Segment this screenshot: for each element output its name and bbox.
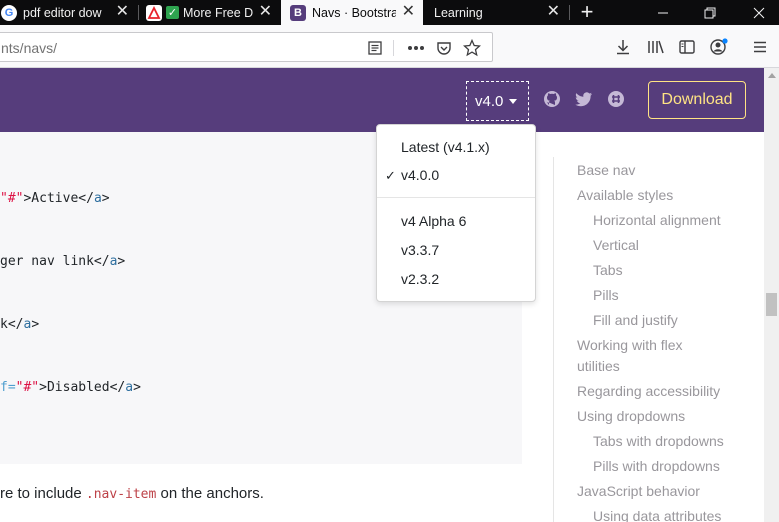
minimize-icon[interactable] xyxy=(643,0,683,25)
code-attr: f= xyxy=(0,380,16,395)
code-text: > xyxy=(101,191,110,206)
doc-paragraph: re to include .nav-item on the anchors. xyxy=(0,485,264,502)
toc-link[interactable]: Tabs xyxy=(593,262,623,278)
toc-link[interactable]: JavaScript behavior xyxy=(577,483,700,499)
browser-tab-strip: G pdf editor dow ✕ ✓ More Free D ✕ B Nav… xyxy=(0,0,779,25)
toc-link[interactable]: Pills xyxy=(593,287,619,303)
toc-link[interactable]: Available styles xyxy=(577,187,673,203)
toc-link[interactable]: Horizontal alignment xyxy=(593,212,721,228)
code-text: > xyxy=(133,380,141,395)
library-icon[interactable] xyxy=(646,37,666,57)
downloads-icon[interactable] xyxy=(613,37,633,57)
dropdown-divider xyxy=(377,197,535,198)
pdf-icon xyxy=(146,4,162,21)
checkmark-icon: ✓ xyxy=(385,168,396,183)
download-button[interactable]: Download xyxy=(648,81,746,119)
code-tag: a xyxy=(93,191,102,206)
code-line: ger nav link</a> xyxy=(0,254,125,269)
caret-down-icon xyxy=(509,98,518,104)
paragraph-text: on the anchors. xyxy=(156,485,264,502)
tab-title: pdf editor dow xyxy=(23,5,102,20)
bootstrap-icon: B xyxy=(290,4,306,21)
code-line: "#">Active</a> xyxy=(0,191,110,206)
restore-icon[interactable] xyxy=(690,0,730,25)
account-icon[interactable] xyxy=(709,37,729,57)
browser-tab-navs-bootstrap[interactable]: B Navs · Bootstrap ✕ xyxy=(281,0,423,25)
code-tag: a xyxy=(125,380,134,395)
toc-link[interactable]: Fill and justify xyxy=(593,312,678,328)
tab-title: More Free D xyxy=(183,5,254,20)
code-text: >Active</ xyxy=(23,191,94,206)
url-separator xyxy=(393,40,394,56)
browser-tab-more-free[interactable]: ✓ More Free D ✕ xyxy=(139,0,280,25)
close-tab-icon[interactable]: ✕ xyxy=(116,4,129,20)
version-option-label: v4.0.0 xyxy=(401,167,440,183)
tab-separator xyxy=(569,5,570,20)
code-string: "#" xyxy=(15,380,40,395)
toc-link[interactable]: Pills with dropdowns xyxy=(593,458,720,474)
toc-link[interactable]: Base nav xyxy=(577,162,635,178)
version-option-label: v2.3.2 xyxy=(401,271,440,287)
version-option-v2-3-2[interactable]: v2.3.2 xyxy=(377,267,535,292)
code-string: "#" xyxy=(0,191,24,206)
site-header: v4.0 Download xyxy=(0,68,764,132)
code-text: k</ xyxy=(0,317,24,332)
code-text: ger nav link</ xyxy=(0,254,110,269)
slack-icon[interactable] xyxy=(607,90,625,108)
toc-link[interactable]: Vertical xyxy=(593,237,639,253)
code-text: > xyxy=(117,254,126,269)
scrollbar-thumb[interactable] xyxy=(766,293,777,316)
toc-link[interactable]: utilities xyxy=(577,358,620,374)
google-icon: G xyxy=(1,4,17,21)
pocket-icon[interactable] xyxy=(435,39,453,57)
version-option-label: v3.3.7 xyxy=(401,242,440,258)
toc-link[interactable]: Using dropdowns xyxy=(577,408,685,424)
version-label: v4.0 xyxy=(475,92,504,110)
scroll-up-icon[interactable] xyxy=(768,73,776,78)
version-option-label: v4 Alpha 6 xyxy=(401,213,467,229)
twitter-icon[interactable] xyxy=(575,90,593,108)
close-tab-icon[interactable]: ✕ xyxy=(402,4,415,20)
version-option-v4-0-0[interactable]: ✓ v4.0.0 xyxy=(377,163,535,188)
checkbox-icon: ✓ xyxy=(166,6,179,19)
close-tab-icon[interactable]: ✕ xyxy=(259,4,272,20)
url-text[interactable]: nts/navs/ xyxy=(1,40,57,56)
version-dropdown-toggle[interactable]: v4.0 xyxy=(466,81,529,121)
version-dropdown-menu: Latest (v4.1.x) ✓ v4.0.0 v4 Alpha 6 v3.3… xyxy=(376,124,536,302)
tab-title: Navs · Bootstrap xyxy=(312,5,396,20)
code-text: > xyxy=(31,317,40,332)
toc-link[interactable]: Using data attributes xyxy=(593,508,721,522)
new-tab-button[interactable]: + xyxy=(576,0,598,25)
code-line: k</a> xyxy=(0,317,39,332)
toc-link[interactable]: Working with flex xyxy=(577,337,683,353)
inline-code: .nav-item xyxy=(85,487,157,502)
browser-tab-learning[interactable]: Learning ✕ xyxy=(424,0,568,25)
code-line: f="#">Disabled</a> xyxy=(0,380,141,395)
toc-link[interactable]: Tabs with dropdowns xyxy=(593,433,724,449)
close-tab-icon[interactable]: ✕ xyxy=(547,4,560,20)
close-window-icon[interactable] xyxy=(739,0,779,25)
page-scrollbar[interactable] xyxy=(764,68,779,522)
tab-title: Learning xyxy=(434,5,483,20)
version-option-v3-3-7[interactable]: v3.3.7 xyxy=(377,238,535,263)
paragraph-text: re to include xyxy=(0,485,86,502)
toc-divider xyxy=(553,157,554,522)
sidebar-icon[interactable] xyxy=(677,37,697,57)
page-actions-icon[interactable] xyxy=(407,39,425,57)
version-option-label: Latest (v4.1.x) xyxy=(401,139,490,155)
menu-hamburger-icon[interactable] xyxy=(750,37,770,57)
version-option-v4-alpha-6[interactable]: v4 Alpha 6 xyxy=(377,209,535,234)
url-bar[interactable]: nts/navs/ xyxy=(0,32,493,62)
browser-toolbar: nts/navs/ xyxy=(0,25,779,68)
bookmark-star-icon[interactable] xyxy=(463,39,481,57)
github-icon[interactable] xyxy=(543,90,561,108)
reader-view-icon[interactable] xyxy=(366,39,384,57)
code-text: >Disabled</ xyxy=(39,380,126,395)
version-option-latest[interactable]: Latest (v4.1.x) xyxy=(377,135,535,160)
browser-tab-pdf-editor[interactable]: G pdf editor dow ✕ xyxy=(0,0,137,25)
toc-link[interactable]: Regarding accessibility xyxy=(577,383,720,399)
